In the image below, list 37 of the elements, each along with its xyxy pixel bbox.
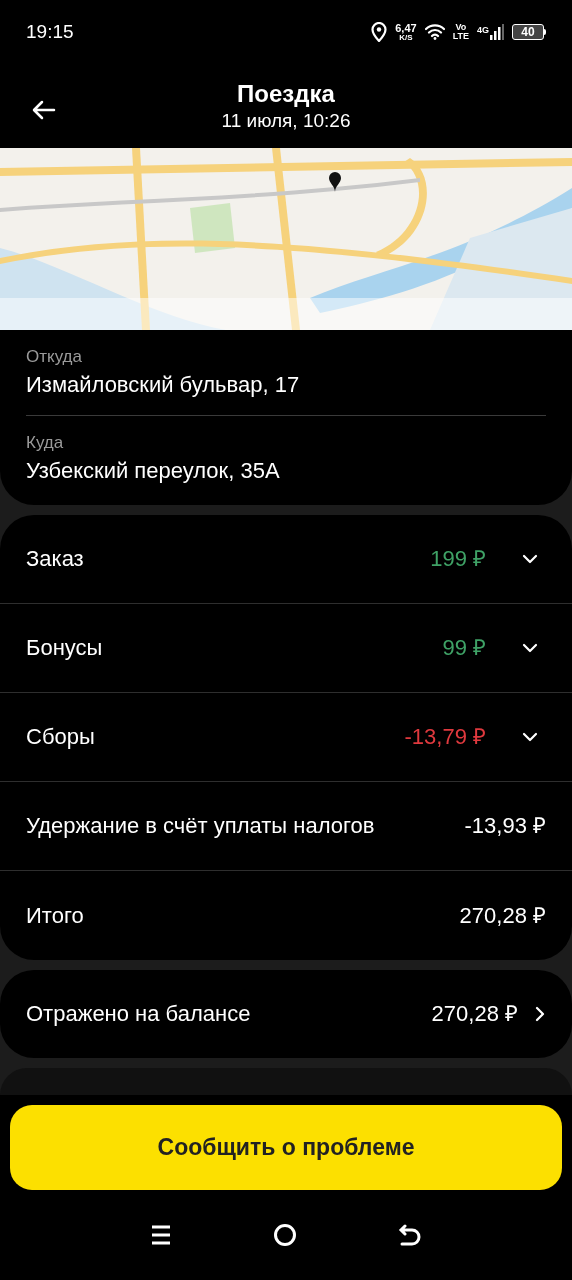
row-label: Итого <box>26 901 85 930</box>
report-problem-button[interactable]: Сообщить о проблеме <box>10 1104 562 1190</box>
trip-date: 11 июля, 10:26 <box>221 109 351 133</box>
lte-label: LTE <box>452 32 469 41</box>
back-icon[interactable] <box>397 1223 422 1246</box>
row-amount: 270,28 ₽ <box>459 901 546 930</box>
battery-level: 40 <box>521 26 535 38</box>
page-title: Поездка <box>237 79 335 110</box>
row-amount: -13,79 ₽ <box>404 723 486 751</box>
network-speed: 6,47 <box>395 22 417 34</box>
speed-unit: K/S <box>399 33 413 42</box>
row-label: Бонусы <box>26 634 104 662</box>
volte-label: Vo <box>455 23 467 32</box>
route-address: Измайловский бульвар, 17 <box>26 371 301 399</box>
row-label: Удержание в счёт уплаты налогов <box>26 812 376 840</box>
row-amount: 99 ₽ <box>442 634 486 662</box>
row-label: Отражено на балансе <box>26 1000 252 1028</box>
route-address: Узбекский переулок, 35А <box>26 457 281 485</box>
balance-row[interactable]: Отражено на балансе 270,28 ₽ <box>0 969 572 1058</box>
row-amount: -13,93 ₽ <box>464 812 546 840</box>
row-amount: 199 ₽ <box>430 545 486 573</box>
route-label: Куда <box>26 431 65 453</box>
location-icon <box>371 22 388 42</box>
expandable-row[interactable]: Заказ 199 ₽ <box>0 514 572 604</box>
menu-icon[interactable] <box>150 1223 173 1246</box>
row-label: Сборы <box>26 723 96 751</box>
home-icon[interactable] <box>273 1222 297 1247</box>
route-label: Откуда <box>26 346 83 368</box>
row-amount: 270,28 ₽ <box>431 1000 518 1028</box>
row-label: Заказ <box>26 545 85 573</box>
network-type: 4G <box>477 24 489 37</box>
back-arrow-icon <box>32 100 56 120</box>
status-time: 19:15 <box>26 19 74 44</box>
expandable-row[interactable]: Бонусы 99 ₽ <box>0 603 572 693</box>
expandable-row[interactable]: Сборы -13,79 ₽ <box>0 692 572 782</box>
signal-icon <box>490 24 504 40</box>
wifi-icon <box>424 24 445 40</box>
